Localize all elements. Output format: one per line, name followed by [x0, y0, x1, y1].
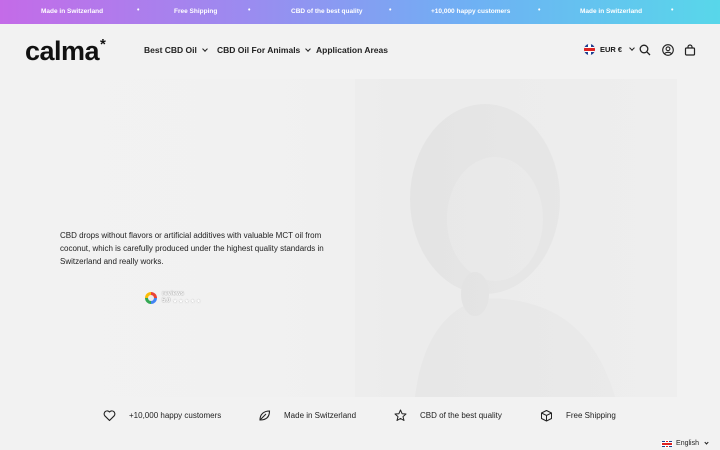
ticker-item: Made in Switzerland [580, 8, 643, 15]
ticker-item: +10,000 happy customers [431, 8, 511, 15]
leaf-icon [259, 410, 271, 421]
feature-item: CBD of the best quality [394, 409, 502, 422]
chevron-down-icon [704, 439, 709, 445]
search-icon[interactable] [639, 44, 651, 56]
hero-banner: CBD drops without flavors or artificial … [25, 79, 677, 397]
chevron-down-icon [305, 45, 312, 52]
ticker-separator: • [389, 7, 392, 14]
hero-description: CBD drops without flavors or artificial … [60, 231, 324, 266]
ticker-separator: • [137, 7, 140, 14]
site-logo[interactable]: calma [25, 36, 100, 67]
star-icon [394, 409, 407, 421]
ticker-separator: • [671, 7, 674, 14]
ticker-item: CBD of the best quality [291, 8, 363, 15]
feature-bar: +10,000 happy customers Made in Switzerl… [0, 407, 720, 427]
review-stars: ★★★★★ [172, 299, 202, 305]
language-selector[interactable]: English [662, 439, 709, 447]
ticker-item: Made in Switzerland [41, 8, 104, 15]
feature-item: +10,000 happy customers [103, 409, 221, 422]
feature-label: CBD of the best quality [420, 411, 502, 420]
ticker-item: Free Shipping [174, 8, 218, 15]
site-header: calma * Best CBD Oil CBD Oil For Animals… [0, 24, 720, 79]
review-label: reviews [162, 291, 185, 297]
review-score: 5.0 [162, 298, 171, 304]
nav-application-areas[interactable]: Application Areas [316, 45, 388, 55]
ticker-separator: • [248, 7, 251, 14]
feature-item: Made in Switzerland [258, 409, 356, 422]
logo-asterisk: * [100, 36, 106, 53]
feature-label: Made in Switzerland [284, 411, 357, 420]
currency-selector[interactable]: EUR € [584, 44, 635, 55]
announcement-ticker: Made in Switzerland • Free Shipping • CB… [0, 0, 720, 24]
chevron-down-icon [202, 45, 208, 52]
nav-label: CBD Oil For Animals [217, 45, 301, 55]
nav-label: Best CBD Oil [144, 45, 197, 55]
account-icon[interactable] [662, 44, 674, 56]
ticker-separator: • [538, 7, 541, 14]
language-label: English [676, 440, 699, 447]
uk-flag-icon [662, 440, 673, 447]
uk-flag-icon [584, 44, 595, 55]
feature-label: Free Shipping [566, 411, 616, 420]
google-icon [145, 292, 157, 304]
feature-item: Free Shipping [540, 409, 616, 422]
nav-cbd-oil-for-animals[interactable]: CBD Oil For Animals [217, 45, 312, 55]
box-icon [541, 410, 552, 422]
feature-label: +10,000 happy customers [129, 411, 222, 420]
nav-best-cbd-oil[interactable]: Best CBD Oil [144, 45, 208, 55]
nav-label: Application Areas [316, 45, 388, 55]
currency-label: EUR € [600, 45, 623, 54]
heart-icon [103, 410, 116, 422]
cart-icon[interactable] [684, 44, 696, 56]
google-review-badge[interactable]: reviews 5.0 ★★★★★ [145, 291, 202, 305]
chevron-down-icon [629, 45, 635, 51]
